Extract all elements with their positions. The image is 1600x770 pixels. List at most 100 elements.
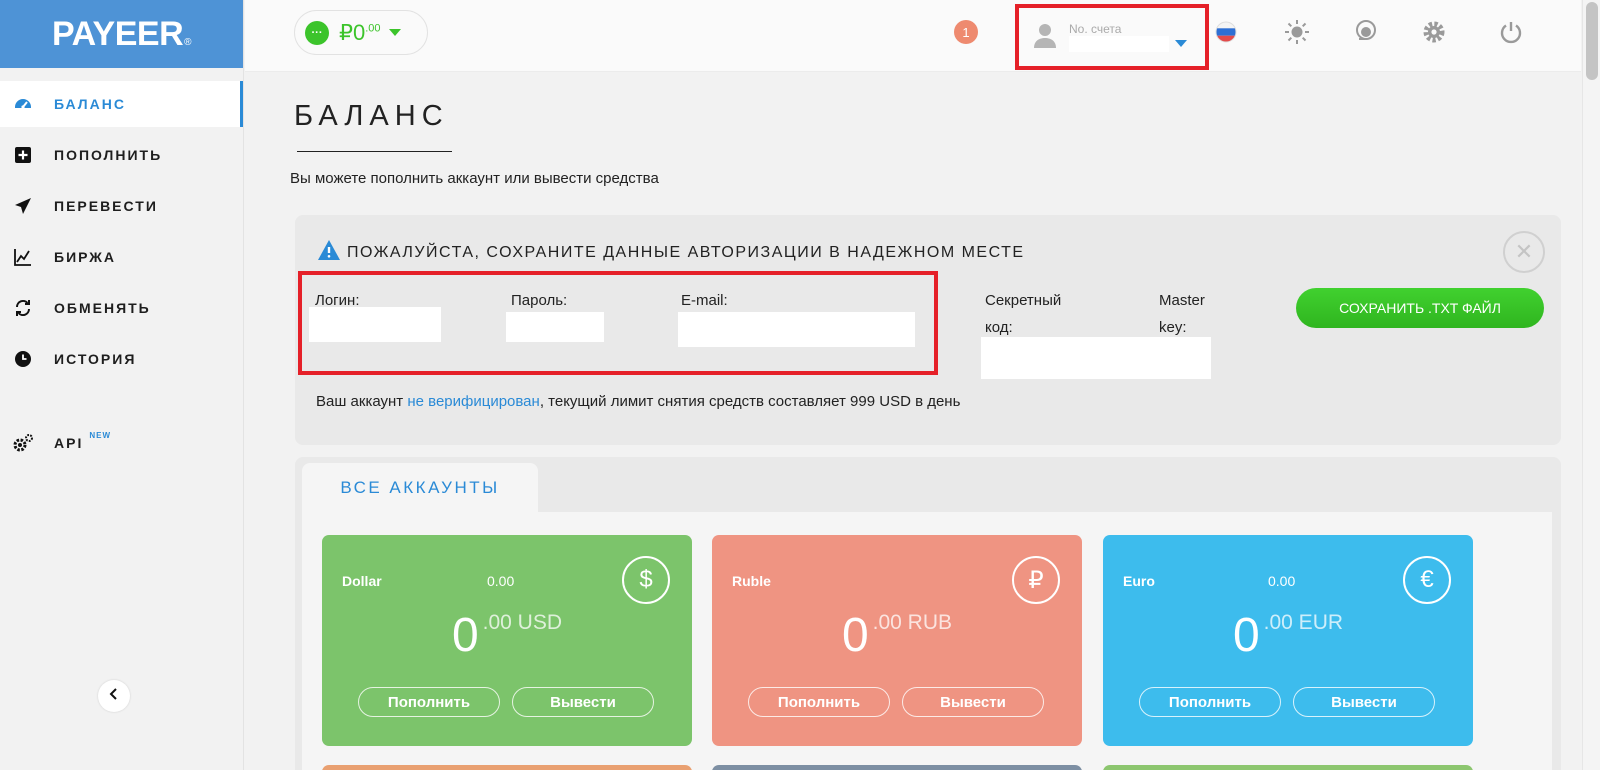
balance-dropdown[interactable]: ··· ₽0.00 — [294, 10, 428, 55]
secret-code-label-1: Секретный — [985, 292, 1062, 309]
sidebar-item-label: БИРЖА — [54, 249, 117, 265]
chevron-left-icon — [108, 687, 120, 706]
account-number-value — [1069, 36, 1169, 52]
card-small-balance: 0.00 — [487, 573, 515, 589]
russian-flag-icon[interactable] — [1212, 18, 1240, 46]
not-verified-link[interactable]: не верифицирован — [407, 393, 539, 410]
sidebar-item-label: ОБМЕНЯТЬ — [54, 300, 151, 316]
password-label: Пароль: — [511, 292, 568, 309]
paper-plane-icon — [12, 195, 34, 217]
sidebar-item-history[interactable]: ИСТОРИЯ — [0, 336, 243, 382]
page-subtitle: Вы можете пополнить аккаунт или вывести … — [290, 170, 659, 187]
card-small-balance: 0.00 — [1268, 573, 1296, 589]
card-balance-int: 0 — [1232, 609, 1260, 662]
user-icon — [1033, 22, 1057, 53]
account-card-eur: Euro 0.00 € 0.00 EUR Пополнить Вывести — [1103, 535, 1473, 746]
account-card-peek — [712, 765, 1082, 770]
sidebar-item-label: ПОПОЛНИТЬ — [54, 147, 163, 163]
card-balance-frac: .00 EUR — [1263, 611, 1344, 634]
account-card-usd: Dollar 0.00 $ 0.00 USD Пополнить Вывести — [322, 535, 692, 746]
chart-line-icon — [12, 246, 34, 268]
login-value — [309, 307, 441, 342]
title-underline — [297, 151, 452, 152]
sidebar-item-label: ИСТОРИЯ — [54, 351, 137, 367]
secret-code-value — [981, 337, 1211, 379]
dollar-icon: $ — [622, 556, 670, 604]
sidebar-item-api[interactable]: API NEW — [0, 420, 243, 466]
support-headset-icon[interactable] — [1352, 18, 1380, 46]
auth-warning-panel: ПОЖАЛУЙСТА, СОХРАНИТЕ ДАННЫЕ АВТОРИЗАЦИИ… — [295, 215, 1561, 445]
sidebar-item-swap[interactable]: ОБМЕНЯТЬ — [0, 285, 243, 331]
card-balance-int: 0 — [841, 609, 869, 662]
logo-registered-mark: ® — [184, 36, 192, 48]
balance-frac: .00 — [365, 22, 381, 35]
payeer-logo[interactable]: PAYEER ® — [0, 0, 243, 68]
master-key-label-1: Master — [1159, 292, 1205, 309]
ruble-icon: ₽ — [1012, 556, 1060, 604]
account-number-select[interactable]: No. счета — [1015, 4, 1209, 70]
sidebar-item-transfer[interactable]: ПЕРЕВЕСТИ — [0, 183, 243, 229]
verify-suffix: , текущий лимит снятия средств составляе… — [539, 393, 961, 410]
sidebar-item-label: API — [54, 435, 84, 451]
sidebar-item-label: ПЕРЕВЕСТИ — [54, 198, 158, 214]
warning-title-text: ПОЖАЛУЙСТА, СОХРАНИТЕ ДАННЫЕ АВТОРИЗАЦИИ… — [347, 243, 1025, 261]
gears-icon — [12, 432, 34, 454]
verify-prefix: Ваш аккаунт — [316, 393, 408, 410]
sidebar-nav: БАЛАНС ПОПОЛНИТЬ ПЕРЕВЕСТИ БИРЖА ОБМЕНЯТ… — [0, 81, 243, 466]
scrollbar[interactable] — [1582, 0, 1600, 770]
account-card-rub: Ruble ₽ 0.00 RUB Пополнить Вывести — [712, 535, 1082, 746]
top-bar: ··· ₽0.00 1 No. счета — [245, 0, 1581, 72]
caret-down-icon — [1175, 40, 1187, 47]
withdraw-button[interactable]: Вывести — [1293, 687, 1435, 717]
master-key-label-2: key: — [1159, 319, 1187, 336]
card-balance-frac: .00 RUB — [872, 611, 953, 634]
caret-down-icon — [388, 29, 401, 36]
warning-title: ПОЖАЛУЙСТА, СОХРАНИТЕ ДАННЫЕ АВТОРИЗАЦИИ… — [317, 239, 1025, 266]
email-label: E-mail: — [681, 292, 728, 309]
deposit-button[interactable]: Пополнить — [358, 687, 500, 717]
tab-all-accounts[interactable]: ВСЕ АККАУНТЫ — [302, 463, 538, 513]
settings-gear-icon[interactable] — [1420, 18, 1448, 46]
card-balance: 0.00 RUB — [712, 608, 1082, 663]
plus-square-icon — [12, 144, 34, 166]
card-currency-name: Ruble — [732, 573, 771, 589]
deposit-button[interactable]: Пополнить — [1139, 687, 1281, 717]
page-title: БАЛАНС — [294, 100, 449, 132]
secret-code-label-2: код: — [985, 319, 1013, 336]
balance-int: ₽0 — [339, 19, 366, 45]
sidebar-item-deposit[interactable]: ПОПОЛНИТЬ — [0, 132, 243, 178]
theme-sun-icon[interactable] — [1283, 18, 1311, 46]
euro-icon: € — [1403, 556, 1451, 604]
card-balance: 0.00 USD — [322, 608, 692, 663]
sidebar-item-label: БАЛАНС — [54, 96, 126, 112]
more-dots-icon: ··· — [305, 20, 329, 45]
card-balance: 0.00 EUR — [1103, 608, 1473, 663]
card-balance-int: 0 — [451, 609, 479, 662]
save-txt-file-button[interactable]: СОХРАНИТЬ .TXT ФАЙЛ — [1296, 288, 1544, 328]
new-badge: NEW — [89, 430, 112, 440]
notification-badge[interactable]: 1 — [954, 20, 978, 44]
sidebar: PAYEER ® БАЛАНС ПОПОЛНИТЬ ПЕРЕВЕСТИ БИРЖА — [0, 0, 244, 770]
password-value — [506, 312, 604, 342]
close-warning-button[interactable]: ✕ — [1503, 231, 1545, 273]
collapse-sidebar-button[interactable] — [98, 680, 130, 712]
sidebar-item-balance[interactable]: БАЛАНС — [0, 81, 243, 127]
clock-icon — [12, 348, 34, 370]
scrollbar-thumb[interactable] — [1586, 2, 1598, 80]
logo-text: PAYEER — [51, 14, 184, 53]
balance-amount: ₽0.00 — [339, 20, 381, 46]
dashboard-icon — [12, 93, 34, 115]
card-currency-name: Dollar — [342, 573, 382, 589]
sidebar-item-exchange[interactable]: БИРЖА — [0, 234, 243, 280]
account-number-label: No. счета — [1069, 22, 1122, 36]
email-value — [678, 312, 915, 347]
card-balance-frac: .00 USD — [482, 611, 563, 634]
deposit-button[interactable]: Пополнить — [748, 687, 890, 717]
account-card-peek — [322, 765, 692, 770]
withdraw-button[interactable]: Вывести — [512, 687, 654, 717]
account-card-peek — [1103, 765, 1473, 770]
warning-triangle-icon — [317, 239, 341, 266]
logout-power-icon[interactable] — [1497, 18, 1525, 46]
withdraw-button[interactable]: Вывести — [902, 687, 1044, 717]
main-content: БАЛАНС Вы можете пополнить аккаунт или в… — [290, 100, 1561, 770]
